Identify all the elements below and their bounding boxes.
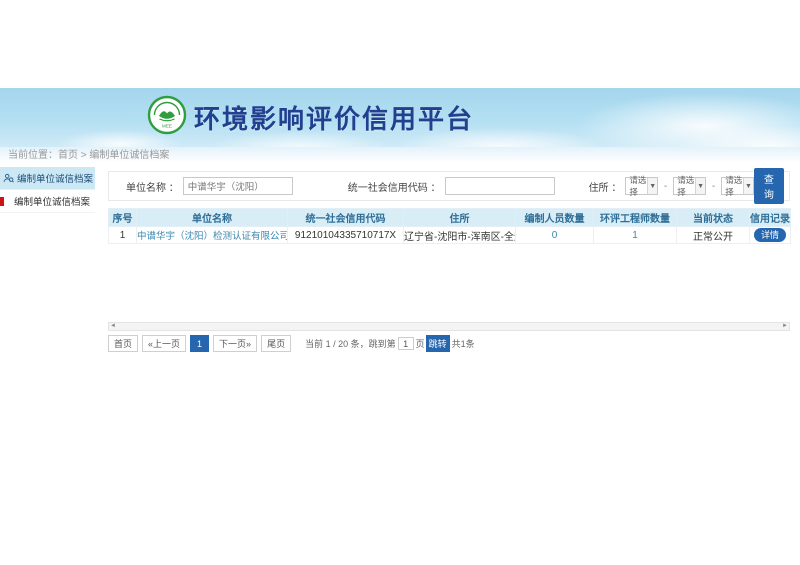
col-engineer-count: 环评工程师数量 (594, 209, 677, 227)
chevron-down-icon: ▼ (647, 178, 657, 194)
user-search-icon (3, 173, 14, 184)
col-address: 住所 (404, 209, 516, 227)
unit-name-link[interactable]: 中谱华宇（沈阳）检测认证有限公司 (137, 231, 288, 242)
page: MEE 环境影响评价信用平台 当前位置：首页 > 编制单位诚信档案 编制单位诚信… (0, 0, 800, 565)
prev-page-button[interactable]: «上一页 (142, 335, 186, 352)
site-banner: MEE 环境影响评价信用平台 (0, 88, 800, 147)
col-staff-count: 编制人员数量 (516, 209, 594, 227)
unit-name-input[interactable] (183, 177, 293, 195)
city-select[interactable]: 请选择 ▼ (673, 177, 706, 195)
scroll-right-icon[interactable]: ► (781, 323, 789, 330)
staff-count-link[interactable]: 0 (552, 230, 558, 241)
page-word: 页 (416, 337, 425, 350)
col-unit-name: 单位名称 (137, 209, 288, 227)
address-value: 辽宁省-沈阳市-浑南区-全运五路35-1号楼902 (404, 227, 516, 244)
address-label: 住所 ： (589, 179, 622, 194)
horizontal-scrollbar[interactable]: ◄ ► (108, 322, 790, 331)
site-title: 环境影响评价信用平台 (194, 99, 474, 136)
credit-code-input[interactable] (445, 177, 555, 195)
col-credit-code: 统一社会信用代码 (288, 209, 404, 227)
district-select[interactable]: 请选择 ▼ (721, 177, 754, 195)
select-separator: - (664, 181, 667, 192)
engineer-count-link[interactable]: 1 (632, 230, 638, 241)
col-credit-record: 信用记录 (750, 209, 791, 227)
jump-page-input[interactable] (398, 337, 414, 350)
status-value: 正常公开 (677, 227, 750, 244)
detail-button[interactable]: 详情 (754, 228, 786, 242)
sidebar-subitem-credit-archive[interactable]: 编制单位诚信档案 (0, 190, 95, 213)
page-info: 当前 1 / 20 条，跳到第 (305, 337, 396, 350)
results-area: 序号 单位名称 统一社会信用代码 住所 编制人员数量 环评工程师数量 当前状态 … (108, 208, 790, 331)
sidebar: 编制单位诚信档案 编制单位诚信档案 (0, 167, 95, 213)
table-header-row: 序号 单位名称 统一社会信用代码 住所 编制人员数量 环评工程师数量 当前状态 … (109, 209, 791, 227)
jump-button[interactable]: 跳转 (426, 335, 450, 352)
credit-code-value: 91210104335710717X (288, 227, 404, 244)
svg-text:MEE: MEE (162, 124, 172, 129)
first-page-button[interactable]: 首页 (108, 335, 138, 352)
sidebar-item-credit-archive[interactable]: 编制单位诚信档案 (0, 167, 95, 190)
last-page-button[interactable]: 尾页 (261, 335, 291, 352)
scroll-left-icon[interactable]: ◄ (109, 323, 117, 330)
province-select[interactable]: 请选择 ▼ (625, 177, 658, 195)
sidebar-item-label: 编制单位诚信档案 (14, 194, 90, 208)
row-index: 1 (109, 227, 137, 244)
main-content: 单位名称 ： 统一社会信用代码 ： 住所 ： 请选择 ▼ - 请选择 ▼ - 请… (108, 166, 790, 352)
select-separator: - (712, 181, 715, 192)
total-count: 共1条 (452, 337, 475, 350)
search-button[interactable]: 查询 (754, 168, 784, 204)
chevron-down-icon: ▼ (695, 178, 705, 194)
col-index: 序号 (109, 209, 137, 227)
credit-code-label: 统一社会信用代码 ： (348, 179, 441, 194)
search-form: 单位名称 ： 统一社会信用代码 ： 住所 ： 请选择 ▼ - 请选择 ▼ - 请… (108, 171, 790, 201)
mee-logo-icon: MEE (147, 95, 187, 135)
chevron-down-icon: ▼ (743, 178, 753, 194)
page-1-button[interactable]: 1 (190, 335, 209, 352)
breadcrumb: 当前位置：首页 > 编制单位诚信档案 (0, 147, 800, 164)
unit-name-label: 单位名称 ： (126, 179, 179, 194)
results-table: 序号 单位名称 统一社会信用代码 住所 编制人员数量 环评工程师数量 当前状态 … (108, 208, 791, 244)
pagination: 首页 «上一页 1 下一页» 尾页 当前 1 / 20 条，跳到第 页 跳转 共… (108, 335, 790, 352)
table-row: 1 中谱华宇（沈阳）检测认证有限公司 91210104335710717X 辽宁… (109, 227, 791, 244)
sidebar-item-label: 编制单位诚信档案 (17, 171, 93, 185)
active-marker (0, 197, 4, 206)
col-status: 当前状态 (677, 209, 750, 227)
next-page-button[interactable]: 下一页» (213, 335, 257, 352)
